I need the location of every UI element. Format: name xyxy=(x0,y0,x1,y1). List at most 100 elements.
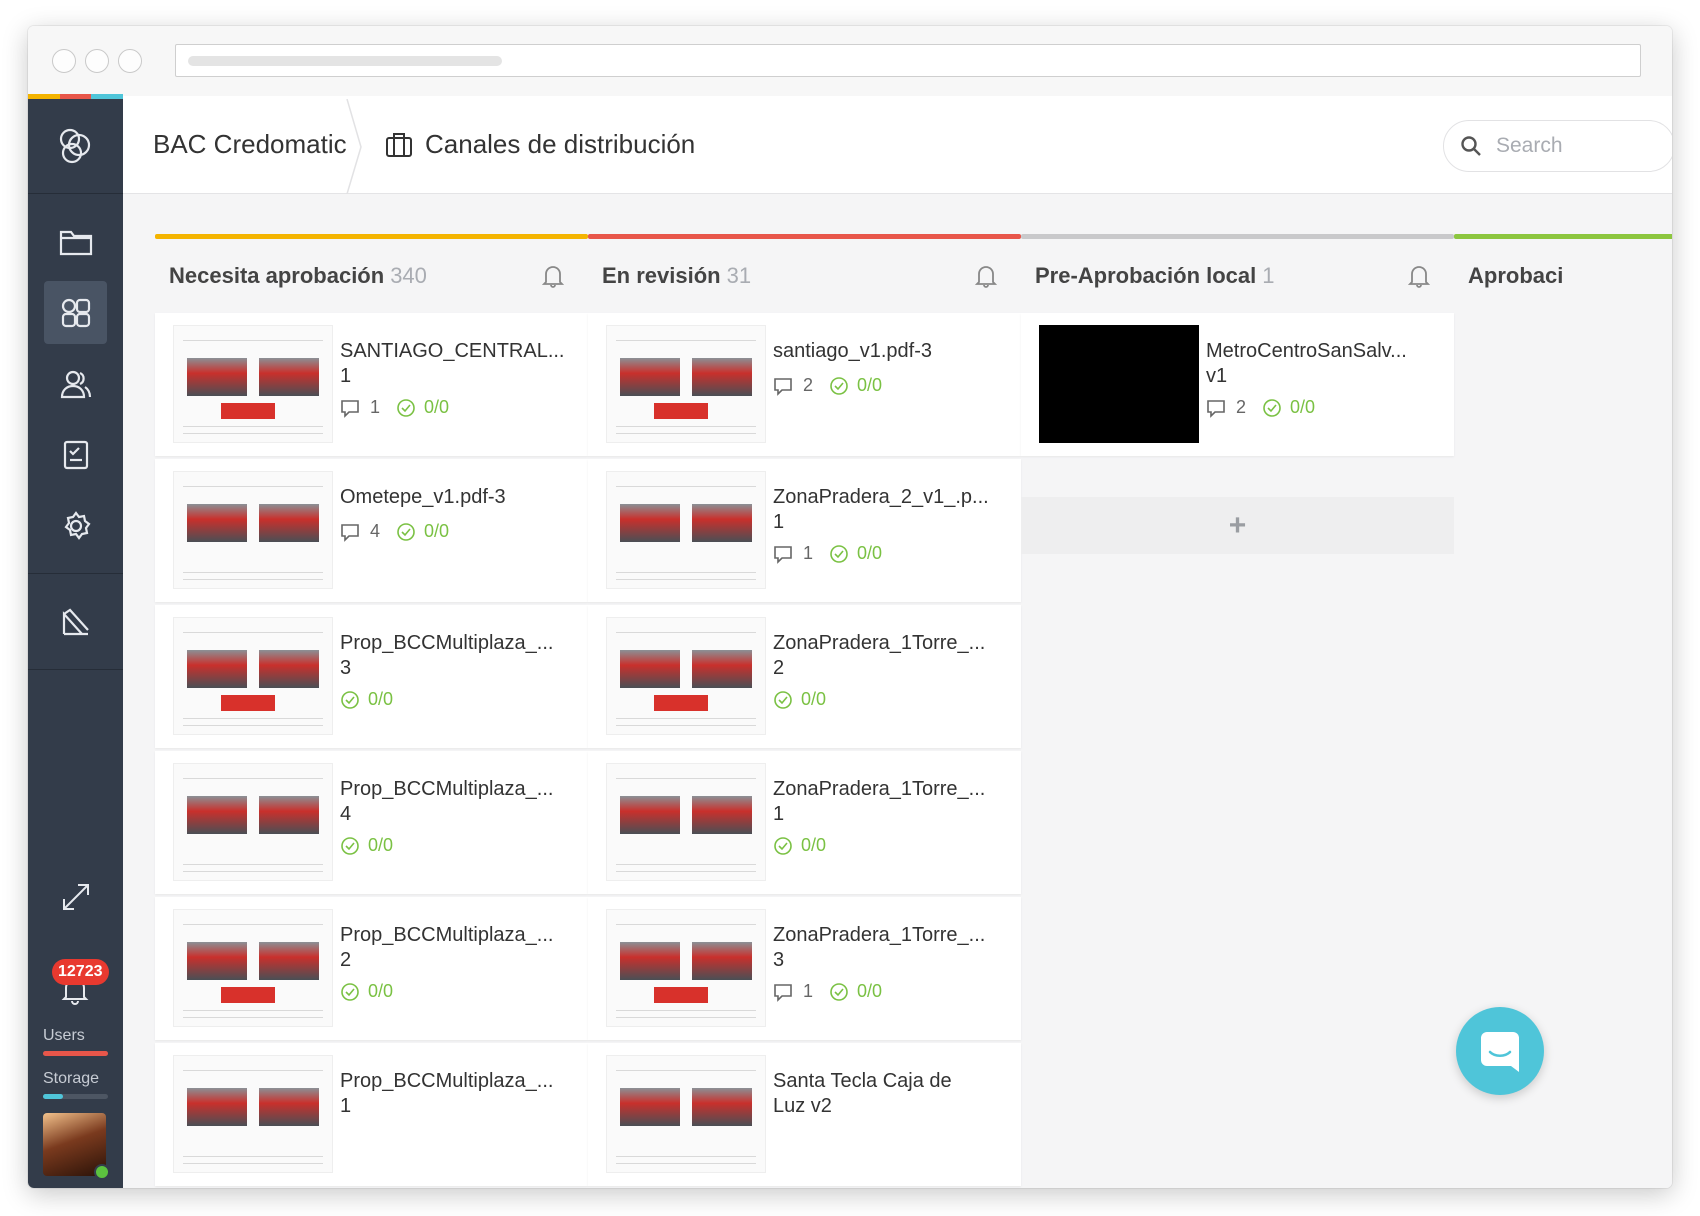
asset-version: v1 xyxy=(1206,365,1228,387)
comment-icon xyxy=(341,523,359,542)
asset-card[interactable]: ZonaPradera_1Torre_... 3 1 0/0 xyxy=(588,897,1021,1040)
asset-version: 1 xyxy=(340,1095,352,1117)
asset-thumbnail xyxy=(1039,325,1199,443)
task-progress: 0/0 xyxy=(424,397,450,417)
thumb-sign xyxy=(221,986,276,1003)
address-bar[interactable] xyxy=(175,44,1641,77)
asset-meta: 0/0 xyxy=(773,689,826,710)
asset-card[interactable]: Prop_BCCMultiplaza_... 1 xyxy=(155,1043,588,1186)
check-circle-icon xyxy=(830,982,848,1001)
asset-thumbnail xyxy=(606,325,766,443)
column-header: Aprobaci xyxy=(1454,239,1672,313)
breadcrumb-workspace[interactable]: BAC Credomatic xyxy=(153,129,347,160)
asset-card[interactable]: ZonaPradera_2_v1_.p... 1 1 0/0 xyxy=(588,459,1021,602)
comment-icon xyxy=(774,983,792,1002)
asset-card[interactable]: Prop_BCCMultiplaza_... 3 0/0 xyxy=(155,605,588,748)
thumb-line xyxy=(616,578,756,580)
thumb-photo xyxy=(259,650,320,688)
notifications-button[interactable]: 12723 xyxy=(28,927,123,1009)
search-input[interactable]: Search xyxy=(1443,120,1672,172)
thumb-line xyxy=(183,425,323,427)
asset-title: ZonaPradera_1Torre_... 3 xyxy=(773,923,1008,973)
asset-card[interactable]: Ometepe_v1.pdf-3 4 0/0 xyxy=(155,459,588,602)
comment-count: 1 xyxy=(370,397,381,417)
window-close-button[interactable] xyxy=(52,49,76,73)
asset-card[interactable]: Santa Tecla Caja de Luz v2 xyxy=(588,1043,1021,1186)
asset-title: MetroCentroSanSalv... v1 xyxy=(1206,339,1441,389)
column-header: En revisión 31 xyxy=(588,239,1021,313)
asset-card[interactable]: Prop_BCCMultiplaza_... 2 0/0 xyxy=(155,897,588,1040)
asset-meta: 0/0 xyxy=(340,981,393,1002)
thumb-line xyxy=(616,425,756,427)
thumb-line xyxy=(616,870,756,872)
thumb-photo xyxy=(186,796,247,834)
thumb-line xyxy=(616,1016,756,1018)
thumb-line xyxy=(616,339,756,341)
check-circle-icon xyxy=(341,836,359,855)
check-circle-icon xyxy=(774,690,792,709)
asset-card[interactable]: MetroCentroSanSalv... v1 2 0/0 xyxy=(1021,313,1454,456)
column-1: En revisión 31 santiago_v1.pdf-3 2 0/0 ZonaPr… xyxy=(588,234,1021,1186)
avatar[interactable] xyxy=(43,1113,110,1180)
asset-title: SANTIAGO_CENTRAL... 1 xyxy=(340,339,575,389)
column-title: Pre-Aprobación local xyxy=(1035,263,1257,288)
thumb-line xyxy=(183,1009,323,1011)
sidebar-item-settings[interactable] xyxy=(44,494,107,557)
asset-title: Prop_BCCMultiplaza_... 4 xyxy=(340,777,575,827)
thumb-line xyxy=(183,339,323,341)
asset-name: ZonaPradera_2_v1_.p... xyxy=(773,486,989,508)
thumb-line xyxy=(616,777,756,779)
check-circle-icon xyxy=(341,982,359,1001)
sidebar-item-tasks[interactable] xyxy=(44,423,107,486)
sidebar-item-workflow[interactable] xyxy=(44,281,107,344)
thumb-photo xyxy=(259,358,320,396)
asset-card[interactable]: Prop_BCCMultiplaza_... 4 0/0 xyxy=(155,751,588,894)
thumb-line xyxy=(183,724,323,726)
sidebar-item-reports[interactable] xyxy=(44,590,107,653)
thumb-line xyxy=(183,485,323,487)
thumb-line xyxy=(183,777,323,779)
asset-version: 2 xyxy=(773,657,785,679)
asset-thumbnail xyxy=(606,1055,766,1173)
window-minimize-button[interactable] xyxy=(85,49,109,73)
window-maximize-button[interactable] xyxy=(118,49,142,73)
thumb-sign xyxy=(654,986,709,1003)
folder-icon xyxy=(59,230,92,255)
thumb-photo xyxy=(692,358,753,396)
asset-meta: 1 0/0 xyxy=(773,543,882,564)
thumb-photo xyxy=(259,1088,320,1126)
asset-version: 4 xyxy=(340,803,352,825)
bell-icon[interactable] xyxy=(975,264,997,288)
column-count: 340 xyxy=(390,263,427,288)
thumb-photo xyxy=(692,1088,753,1126)
asset-thumbnail xyxy=(173,471,333,589)
add-card-button[interactable]: + xyxy=(1021,497,1454,554)
asset-card[interactable]: ZonaPradera_1Torre_... 1 0/0 xyxy=(588,751,1021,894)
thumb-photo xyxy=(619,942,680,980)
asset-card[interactable]: SANTIAGO_CENTRAL... 1 1 0/0 xyxy=(155,313,588,456)
bell-icon[interactable] xyxy=(1408,264,1430,288)
thumb-line xyxy=(183,870,323,872)
thumb-photo xyxy=(692,796,753,834)
thumb-line xyxy=(183,631,323,633)
pen-document-icon xyxy=(62,608,89,635)
comment-count: 2 xyxy=(1236,397,1247,417)
asset-meta: 1 0/0 xyxy=(773,981,882,1002)
thumb-sign xyxy=(654,402,709,419)
sidebar-item-fullscreen[interactable] xyxy=(28,867,123,927)
asset-card[interactable]: santiago_v1.pdf-3 2 0/0 xyxy=(588,313,1021,456)
chat-button[interactable] xyxy=(1456,1007,1544,1095)
sidebar-item-team[interactable] xyxy=(44,352,107,415)
breadcrumb-project[interactable]: Canales de distribución xyxy=(385,129,695,160)
asset-card[interactable]: ZonaPradera_1Torre_... 2 0/0 xyxy=(588,605,1021,748)
sidebar-item-files[interactable] xyxy=(44,210,107,273)
app-logo[interactable] xyxy=(28,99,123,194)
asset-thumbnail xyxy=(173,763,333,881)
bell-icon[interactable] xyxy=(542,264,564,288)
breadcrumb-separator xyxy=(346,99,362,194)
thumb-sign xyxy=(221,694,276,711)
gear-icon xyxy=(63,510,91,540)
thumb-photo xyxy=(692,504,753,542)
thumb-line xyxy=(183,863,323,865)
asset-title: Ometepe_v1.pdf-3 xyxy=(340,485,575,510)
